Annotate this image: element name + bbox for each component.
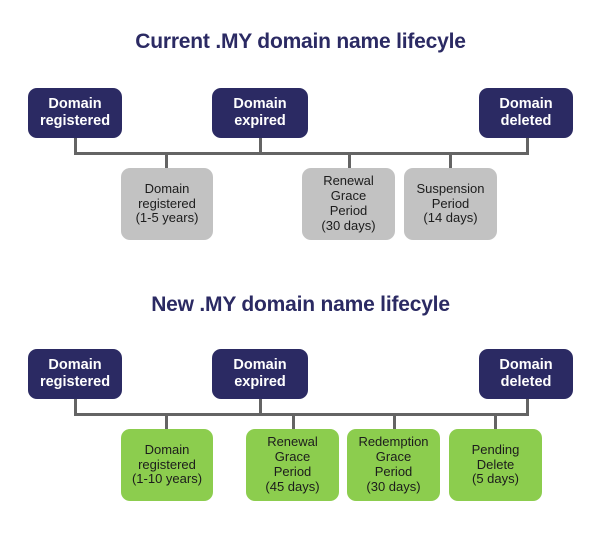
current-event-domain-registered-label: Domain registered xyxy=(39,96,111,129)
new-phase-domain-registered: Domain registered (1-10 years) xyxy=(121,429,213,501)
current-event-domain-deleted-label: Domain deleted xyxy=(499,96,553,129)
new-phase-redemption-grace-period: Redemption Grace Period (30 days) xyxy=(347,429,440,501)
new-phase-pending-delete-label: Pending Delete (5 days) xyxy=(471,441,520,487)
new-event-domain-registered-label: Domain registered xyxy=(39,357,111,390)
current-event-domain-expired: Domain expired xyxy=(212,88,308,138)
current-phase-suspension-period-label: Suspension Period (14 days) xyxy=(416,180,485,226)
new-phase-redemption-grace-period-label: Redemption Grace Period (30 days) xyxy=(358,434,429,494)
new-connector-rail xyxy=(74,413,529,416)
current-connector-rail xyxy=(74,152,529,155)
current-event-domain-expired-label: Domain expired xyxy=(233,96,287,129)
new-event-domain-deleted-label: Domain deleted xyxy=(499,357,553,390)
current-lifecycle-title: Current .MY domain name lifecyle xyxy=(135,30,466,53)
new-lifecycle-title: New .MY domain name lifecyle xyxy=(151,293,450,316)
new-event-domain-registered: Domain registered xyxy=(28,349,122,399)
new-phase-domain-registered-label: Domain registered (1-10 years) xyxy=(131,441,203,487)
new-event-domain-expired-label: Domain expired xyxy=(233,357,287,390)
new-phase-pending-delete: Pending Delete (5 days) xyxy=(449,429,542,501)
current-phase-domain-registered: Domain registered (1-5 years) xyxy=(121,168,213,240)
new-phase-renewal-grace-period: Renewal Grace Period (45 days) xyxy=(246,429,339,501)
current-phase-renewal-grace-period: Renewal Grace Period (30 days) xyxy=(302,168,395,240)
current-event-domain-deleted: Domain deleted xyxy=(479,88,573,138)
new-event-domain-expired: Domain expired xyxy=(212,349,308,399)
current-phase-suspension-period: Suspension Period (14 days) xyxy=(404,168,497,240)
new-phase-renewal-grace-period-label: Renewal Grace Period (45 days) xyxy=(265,434,320,494)
current-phase-domain-registered-label: Domain registered (1-5 years) xyxy=(135,180,199,226)
lifecycle-diagram: Current .MY domain name lifecyle Domain … xyxy=(0,0,601,539)
new-event-domain-deleted: Domain deleted xyxy=(479,349,573,399)
current-event-domain-registered: Domain registered xyxy=(28,88,122,138)
current-phase-renewal-grace-period-label: Renewal Grace Period (30 days) xyxy=(321,173,376,233)
